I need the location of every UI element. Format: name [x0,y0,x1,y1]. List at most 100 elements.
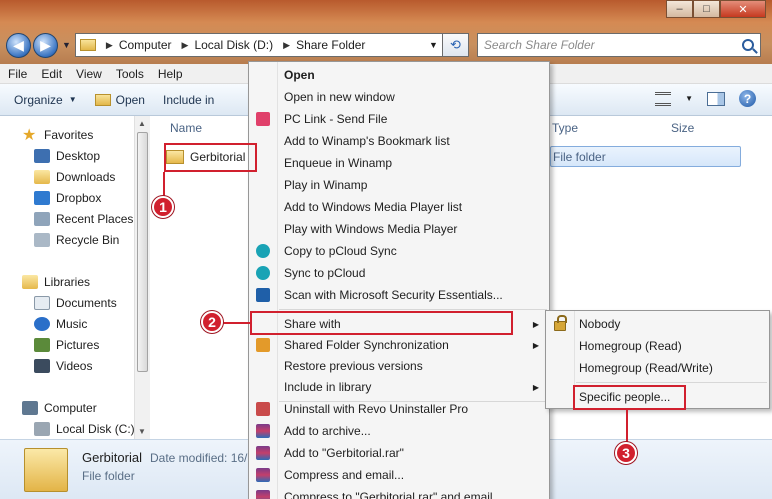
nav-pictures[interactable]: Pictures [34,336,99,354]
recent-places-icon [34,212,50,226]
nav-libraries[interactable]: Libraries [22,273,90,291]
search-icon[interactable] [741,39,754,51]
help-icon[interactable]: ? [739,90,756,107]
menu-item-pc-link[interactable]: PC Link - Send File [249,108,549,130]
menu-item-label: Include in library [284,380,372,394]
dropbox-icon [34,191,50,205]
submenu-item-label: Nobody [579,317,621,331]
menu-separator [576,382,767,383]
breadcrumb-computer[interactable]: Computer [119,38,172,52]
chevron-right-icon[interactable]: ▶ [182,40,189,51]
folder-icon [24,448,68,492]
menu-item-pcloud-copy[interactable]: Copy to pCloud Sync [249,240,549,262]
menu-item-restore-versions[interactable]: Restore previous versions [249,355,549,377]
menu-item-compress-rar-email[interactable]: Compress to "Gerbitorial.rar" and email [249,486,549,499]
breadcrumb-local-disk-d[interactable]: Local Disk (D:) [194,38,273,52]
menu-item-play-winamp[interactable]: Play in Winamp [249,174,549,196]
nav-music[interactable]: Music [34,315,87,333]
sync-icon [256,338,270,352]
winrar-icon [256,490,270,499]
menu-item-wmp-play[interactable]: Play with Windows Media Player [249,218,549,240]
desktop-icon [34,149,50,163]
maximize-button[interactable]: □ [693,0,720,18]
nav-videos[interactable]: Videos [34,357,92,375]
chevron-right-icon[interactable]: ▶ [283,40,290,51]
menu-item-shared-folder-sync[interactable]: Shared Folder Synchronization ▶ [249,334,549,356]
column-header-name[interactable]: Name [170,116,202,140]
scroll-thumb[interactable] [137,132,148,372]
winrar-icon [256,468,270,482]
menu-item-revo-uninstall[interactable]: Uninstall with Revo Uninstaller Pro [249,398,549,420]
open-label: Open [115,92,145,107]
highlight-box-specific-people [573,385,686,410]
submenu-item-label: Homegroup (Read) [579,339,682,353]
nav-recycle-bin[interactable]: Recycle Bin [34,231,119,249]
menu-file[interactable]: File [8,67,27,81]
nav-computer[interactable]: Computer [22,399,97,417]
videos-icon [34,359,50,373]
open-button[interactable]: Open [94,92,145,107]
menu-item-pcloud-sync[interactable]: Sync to pCloud [249,262,549,284]
nav-documents[interactable]: Documents [34,294,117,312]
menu-item-open-new-window[interactable]: Open in new window [249,86,549,108]
recent-pages-dropdown[interactable]: ▼ [62,40,71,50]
menu-item-mse-scan[interactable]: Scan with Microsoft Security Essentials.… [249,284,549,306]
scroll-up-icon[interactable]: ▲ [138,119,146,128]
nav-documents-label: Documents [56,296,117,310]
back-button[interactable]: ◀ [6,32,31,58]
menu-item-open[interactable]: Open [249,64,549,86]
music-icon [34,317,50,331]
menu-edit[interactable]: Edit [41,67,62,81]
preview-pane-icon[interactable] [707,91,725,106]
nav-local-disk-c[interactable]: Local Disk (C:) [34,420,135,438]
view-dropdown-icon[interactable]: ▼ [685,94,693,103]
menu-tools[interactable]: Tools [116,67,144,81]
column-header-size[interactable]: Size [671,116,694,140]
organize-button[interactable]: Organize ▼ [14,93,77,107]
details-modified: Date modified: 16/ [150,451,248,465]
menu-item-wmp-list[interactable]: Add to Windows Media Player list [249,196,549,218]
nav-dropbox[interactable]: Dropbox [34,189,101,207]
address-dropdown-icon[interactable]: ▼ [429,40,438,50]
file-row-type-cell[interactable]: File folder [550,146,741,167]
close-button[interactable]: ✕ [720,0,766,18]
forward-button[interactable]: ▶ [33,32,58,58]
search-input[interactable]: Search Share Folder [476,33,761,57]
submenu-item-homegroup-readwrite[interactable]: Homegroup (Read/Write) [546,357,769,379]
menu-view[interactable]: View [76,67,102,81]
nav-favorites[interactable]: ★ Favorites [22,126,93,144]
nav-recent-places[interactable]: Recent Places [34,210,133,228]
minimize-button[interactable]: – [666,0,693,18]
menu-help[interactable]: Help [158,67,183,81]
libraries-icon [22,275,38,289]
organize-label: Organize [14,92,63,107]
menu-item-winamp-bookmark[interactable]: Add to Winamp's Bookmark list [249,130,549,152]
breadcrumb-share-folder[interactable]: Share Folder [296,38,365,52]
submenu-item-homegroup-read[interactable]: Homegroup (Read) [546,335,769,357]
lock-icon [554,315,567,331]
nav-downloads[interactable]: Downloads [34,168,115,186]
nav-pictures-label: Pictures [56,338,100,352]
menu-item-label: Compress and email... [284,468,405,482]
menu-item-add-rar[interactable]: Add to "Gerbitorial.rar" [249,442,549,464]
chevron-right-icon[interactable]: ▶ [106,40,113,51]
step-badge-1: 1 [152,196,174,218]
menu-item-label: Open [284,68,315,82]
menu-item-add-archive[interactable]: Add to archive... [249,420,549,442]
refresh-button[interactable]: ⟲ [442,33,469,57]
address-bar[interactable]: ▶ Computer ▶ Local Disk (D:) ▶ Share Fol… [74,33,443,57]
nav-desktop[interactable]: Desktop [34,147,100,165]
include-in-library-button[interactable]: Include in [163,93,214,107]
submenu-item-nobody[interactable]: Nobody [546,313,769,335]
file-type: File folder [553,149,606,164]
menu-item-enqueue-winamp[interactable]: Enqueue in Winamp [249,152,549,174]
column-header-type[interactable]: Type [552,116,578,140]
menu-item-include-library[interactable]: Include in library ▶ [249,376,549,398]
winrar-icon [256,446,270,460]
change-view-icon[interactable] [655,91,672,106]
nav-scrollbar[interactable]: ▲ ▼ [134,116,150,439]
menu-item-compress-email[interactable]: Compress and email... [249,464,549,486]
menu-item-label: Open in new window [284,90,395,104]
search-placeholder: Search Share Folder [483,38,595,52]
scroll-down-icon[interactable]: ▼ [138,427,146,436]
